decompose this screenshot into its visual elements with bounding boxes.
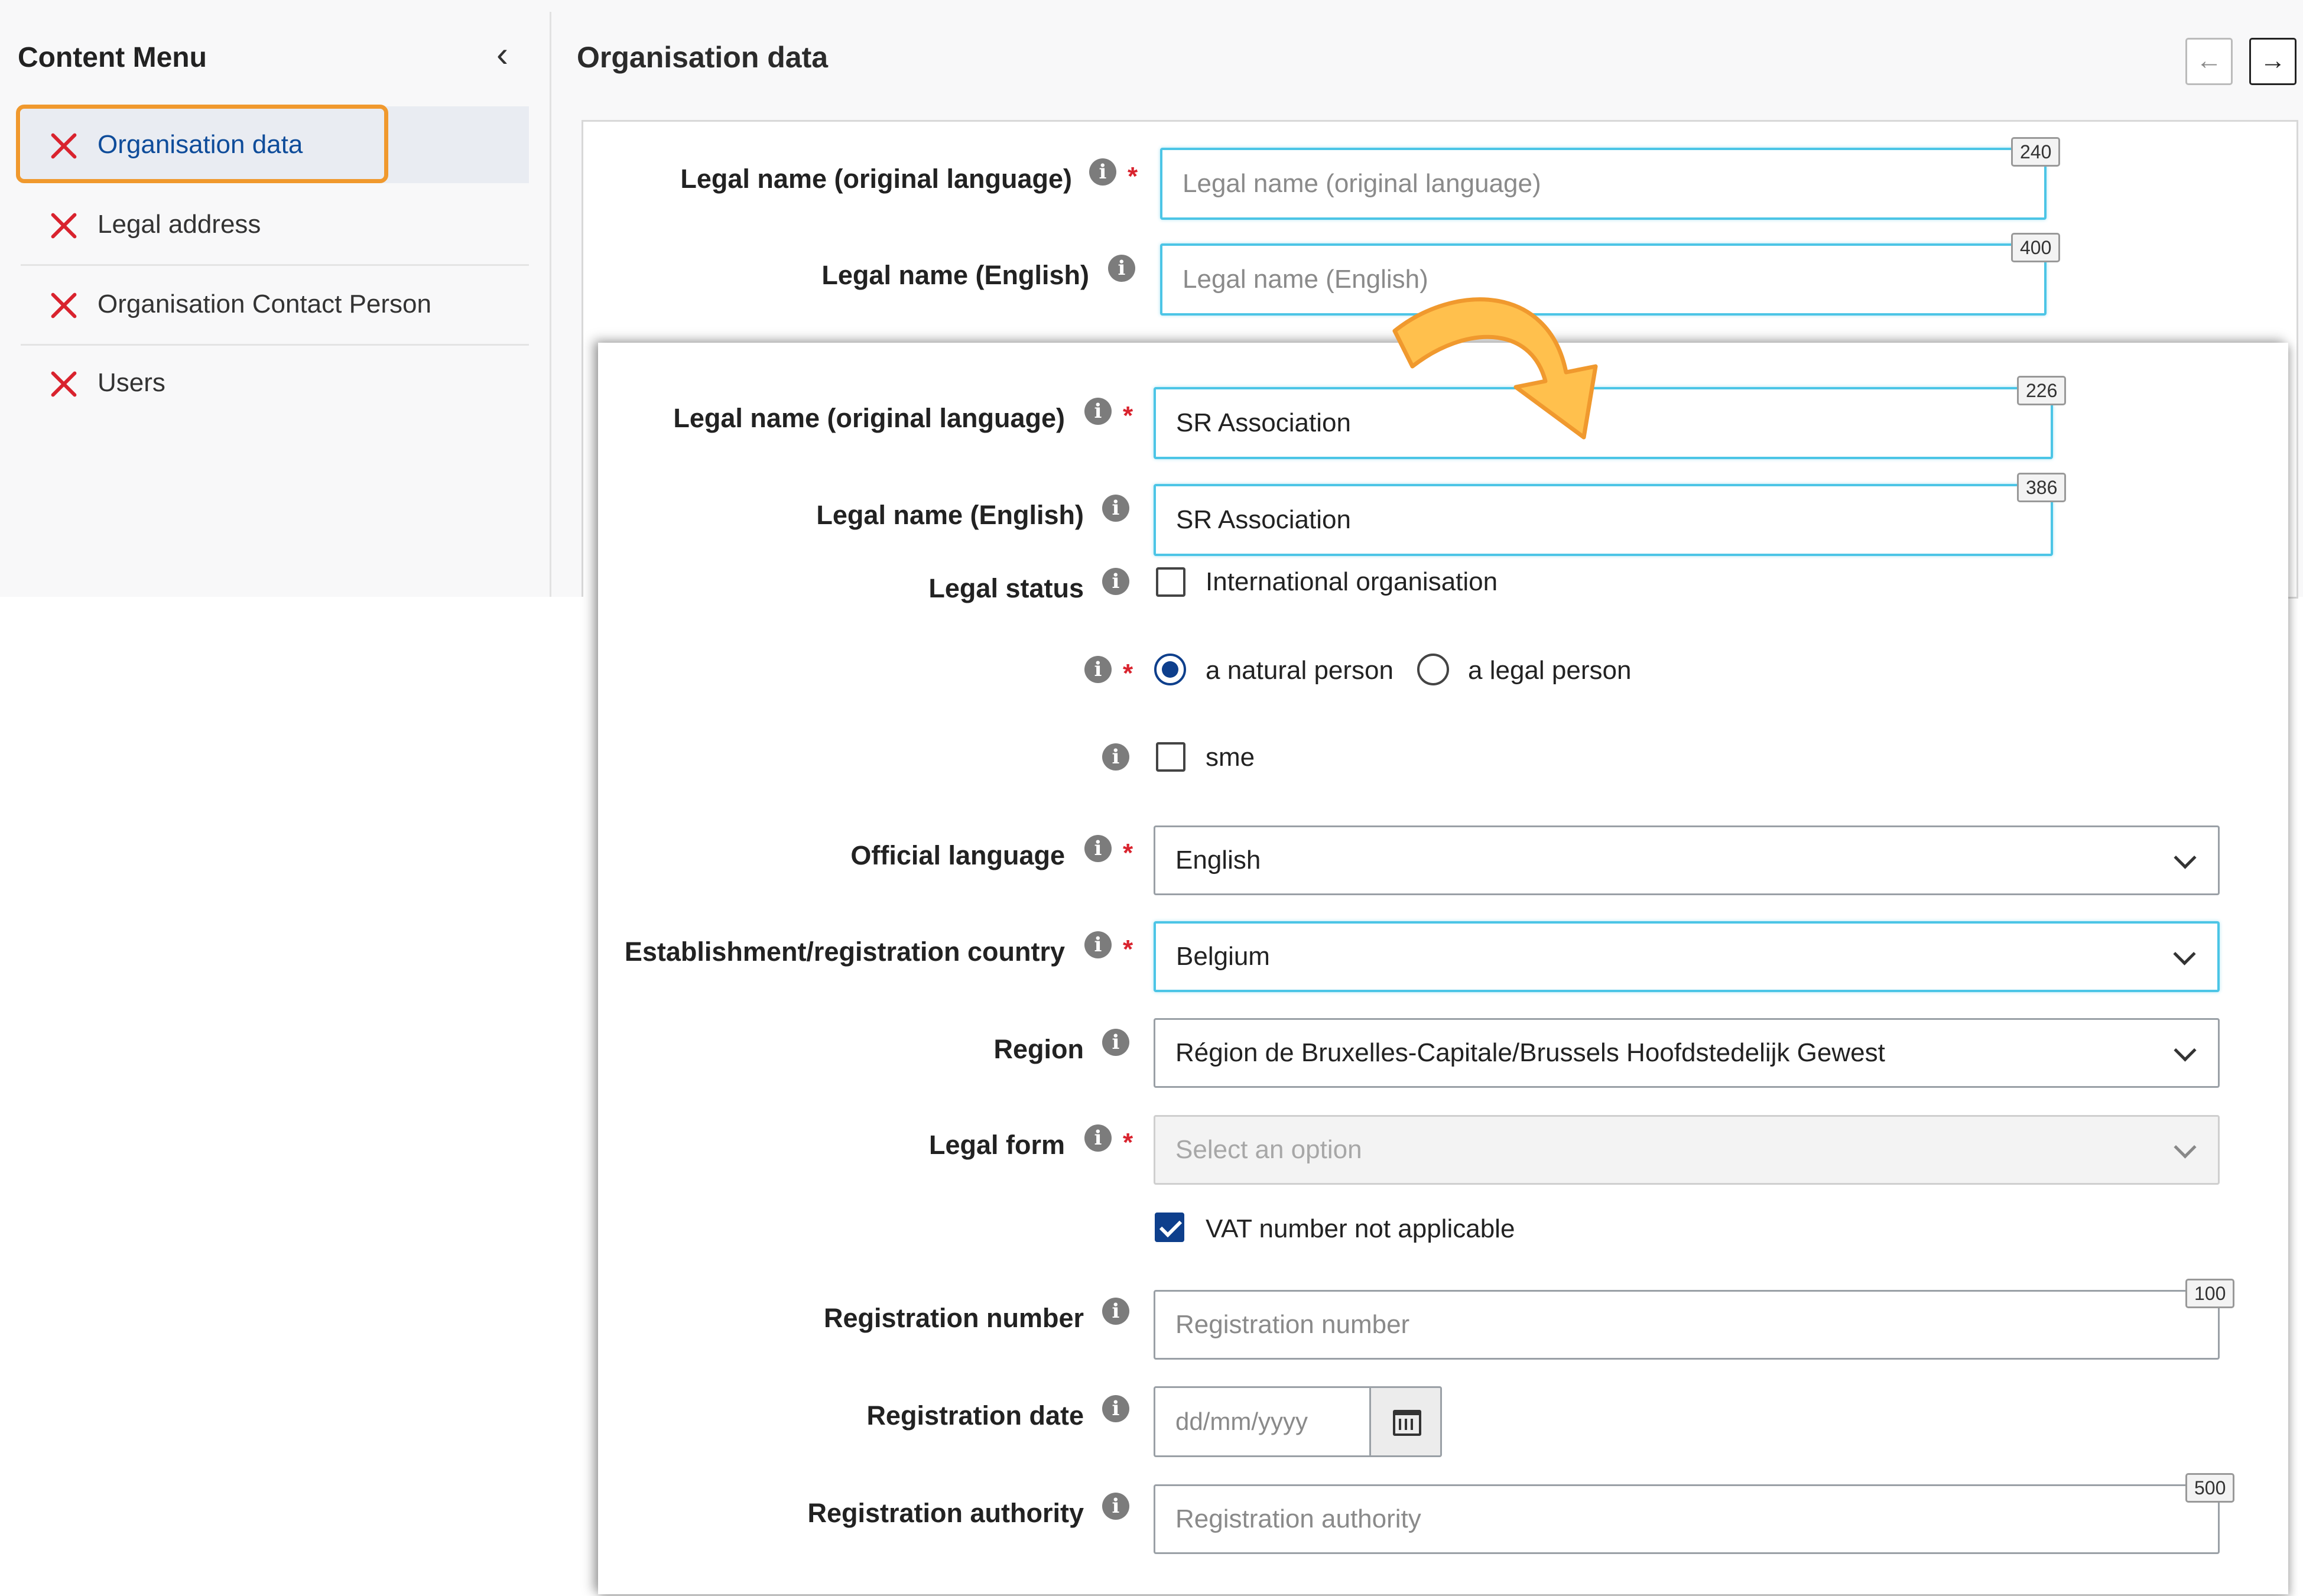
field-label: Registration number — [823, 1303, 1084, 1333]
required-asterisk: * — [1123, 935, 1133, 964]
official-language-select[interactable]: English — [1154, 825, 2220, 895]
sidebar-item-users[interactable]: Users — [21, 344, 529, 421]
checkbox-label: VAT number not applicable — [1206, 1214, 1515, 1243]
highlight-callout — [16, 105, 388, 183]
blank-area — [0, 597, 598, 1596]
page-title: Organisation data — [577, 41, 829, 74]
chevron-down-icon — [2174, 846, 2197, 869]
field-label: Registration authority — [807, 1498, 1084, 1528]
error-x-icon — [49, 291, 79, 320]
info-icon[interactable]: i — [1102, 1395, 1129, 1422]
content-menu-sidebar: Content Menu ‹ Organisation data Legal a… — [0, 0, 550, 597]
registration-date-input[interactable]: dd/mm/yyyy — [1154, 1386, 1371, 1457]
error-x-icon — [49, 369, 79, 399]
radio-label: a legal person — [1468, 656, 1632, 685]
info-icon[interactable]: i — [1102, 1029, 1129, 1056]
field-label: Legal name (original language) — [680, 164, 1072, 194]
registration-country-select[interactable]: Belgium — [1154, 921, 2220, 992]
legal-form-select[interactable]: Select an option — [1154, 1115, 2220, 1185]
field-label: Legal name (English) — [821, 260, 1089, 290]
info-icon[interactable]: i — [1102, 495, 1129, 522]
field-label: Official language — [850, 840, 1065, 870]
info-icon[interactable]: i — [1102, 1493, 1129, 1520]
info-icon[interactable]: i — [1102, 1298, 1129, 1325]
curved-arrow-icon — [1392, 297, 1598, 440]
error-x-icon — [49, 211, 79, 240]
required-asterisk: * — [1123, 838, 1133, 867]
required-asterisk: * — [1123, 1128, 1133, 1157]
char-counter: 386 — [2017, 473, 2067, 502]
radio-label: a natural person — [1206, 656, 1394, 685]
previous-section-button[interactable]: ← — [2185, 38, 2233, 85]
info-icon[interactable]: i — [1084, 931, 1112, 958]
info-icon[interactable]: i — [1084, 835, 1112, 862]
char-counter: 240 — [2011, 137, 2061, 167]
region-select[interactable]: Région de Bruxelles-Capitale/Brussels Ho… — [1154, 1018, 2220, 1088]
sidebar-item-label: Legal address — [98, 210, 261, 239]
field-label: Region — [993, 1034, 1084, 1064]
field-label: Legal name (English) — [816, 500, 1084, 530]
legal-name-english-input[interactable]: SR Association — [1154, 484, 2053, 556]
registration-authority-input[interactable]: Registration authority — [1154, 1484, 2220, 1554]
calendar-button[interactable] — [1371, 1386, 1442, 1457]
info-icon[interactable]: i — [1102, 568, 1129, 595]
arrow-right-icon: → — [2260, 46, 2286, 75]
checkbox-label: sme — [1206, 743, 1255, 772]
info-icon[interactable]: i — [1084, 1124, 1112, 1152]
field-label: Establishment/registration country — [624, 937, 1065, 967]
chevron-down-icon — [2174, 1039, 2197, 1062]
char-counter: 400 — [2011, 233, 2061, 262]
chevron-down-icon — [2173, 942, 2196, 966]
field-label: Legal status — [928, 573, 1084, 603]
sidebar-item-legal-address[interactable]: Legal address — [21, 186, 529, 263]
sidebar-divider — [550, 12, 551, 597]
checkbox-label: International organisation — [1206, 567, 1498, 596]
sidebar-item-organisation-contact-person[interactable]: Organisation Contact Person — [21, 266, 529, 343]
sme-checkbox[interactable] — [1156, 742, 1185, 772]
field-label: Registration date — [866, 1400, 1084, 1431]
info-icon[interactable]: i — [1089, 158, 1116, 186]
collapse-chevron-icon[interactable]: ‹ — [496, 37, 508, 72]
char-counter: 500 — [2185, 1473, 2235, 1503]
registration-number-input[interactable]: Registration number — [1154, 1290, 2220, 1360]
required-asterisk: * — [1128, 162, 1138, 191]
char-counter: 226 — [2017, 376, 2067, 405]
calendar-icon — [1393, 1410, 1421, 1436]
info-icon[interactable]: i — [1108, 255, 1135, 282]
chevron-down-icon — [2174, 1136, 2197, 1159]
sidebar-item-label: Users — [98, 368, 165, 397]
arrow-left-icon: ← — [2196, 46, 2222, 75]
char-counter: 100 — [2185, 1279, 2235, 1308]
field-label: Legal name (original language) — [673, 403, 1065, 433]
natural-person-radio[interactable] — [1154, 654, 1186, 685]
sidebar-item-label: Organisation Contact Person — [98, 290, 431, 318]
legal-name-original-input[interactable]: Legal name (original language) — [1160, 148, 2047, 220]
required-asterisk: * — [1123, 659, 1133, 688]
info-icon[interactable]: i — [1084, 398, 1112, 425]
next-section-button[interactable]: → — [2249, 38, 2296, 85]
field-label: Legal form — [928, 1130, 1065, 1160]
vat-not-applicable-checkbox[interactable] — [1155, 1213, 1184, 1242]
required-asterisk: * — [1123, 401, 1133, 430]
info-icon[interactable]: i — [1102, 743, 1129, 771]
sidebar-title: Content Menu — [18, 42, 207, 73]
info-icon[interactable]: i — [1084, 656, 1112, 683]
international-organisation-checkbox[interactable] — [1156, 567, 1185, 597]
legal-person-radio[interactable] — [1417, 654, 1449, 685]
